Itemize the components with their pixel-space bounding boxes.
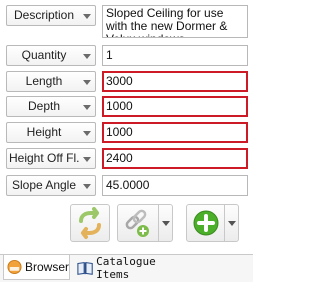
description-field[interactable]: Sloped Ceiling for use with the new Dorm… — [102, 5, 248, 38]
property-label: Description — [13, 8, 75, 22]
book-icon — [77, 261, 93, 275]
height-field[interactable]: 1000 — [102, 122, 248, 143]
chevron-down-icon — [228, 221, 236, 226]
tab-label: Catalogue Items — [96, 254, 156, 281]
chevron-down-icon — [83, 14, 91, 19]
chevron-down-icon — [83, 80, 91, 85]
length-field[interactable]: 3000 — [102, 71, 248, 92]
height-label-dropdown[interactable]: Height — [6, 122, 96, 143]
quantity-label-dropdown[interactable]: Quantity — [6, 45, 96, 66]
chevron-down-icon — [83, 157, 91, 162]
chain-link-add-icon — [125, 209, 149, 237]
link-button[interactable] — [117, 204, 173, 242]
length-label-dropdown[interactable]: Length — [6, 71, 96, 92]
add-button[interactable] — [186, 204, 239, 242]
chevron-down-icon — [162, 221, 170, 226]
height-off-floor-label-dropdown[interactable]: Height Off Fl... — [6, 148, 96, 169]
tab-browser[interactable]: Browser — [3, 255, 70, 280]
panel-tabs: Browser Catalogue Items — [0, 254, 253, 282]
chevron-down-icon — [83, 54, 91, 59]
property-label: Height — [26, 125, 62, 139]
description-label-dropdown[interactable]: Description — [6, 5, 96, 26]
slope-angle-field[interactable]: 45.0000 — [102, 175, 248, 196]
property-label: Quantity — [21, 48, 67, 62]
property-label: Length — [25, 74, 63, 88]
property-label: Depth — [27, 99, 61, 113]
link-dropdown-toggle[interactable] — [158, 205, 172, 241]
chevron-down-icon — [83, 105, 91, 110]
refresh-button[interactable] — [70, 204, 110, 242]
add-dropdown-toggle[interactable] — [224, 205, 238, 241]
depth-label-dropdown[interactable]: Depth — [6, 96, 96, 117]
chevron-down-icon — [83, 131, 91, 136]
quantity-field[interactable]: 1 — [102, 45, 248, 66]
slope-angle-label-dropdown[interactable]: Slope Angle — [6, 175, 96, 196]
tab-label: Browser — [24, 260, 69, 274]
browser-icon — [7, 259, 22, 275]
tab-catalogue-items[interactable]: Catalogue Items — [73, 254, 185, 281]
green-plus-circle-icon — [193, 210, 219, 236]
chevron-down-icon — [83, 184, 91, 189]
refresh-arrows-icon — [79, 207, 101, 239]
height-off-floor-field[interactable]: 2400 — [102, 148, 248, 169]
depth-field[interactable]: 1000 — [102, 96, 248, 117]
property-label: Slope Angle — [11, 178, 77, 192]
property-label: Height Off Fl... — [9, 151, 79, 165]
